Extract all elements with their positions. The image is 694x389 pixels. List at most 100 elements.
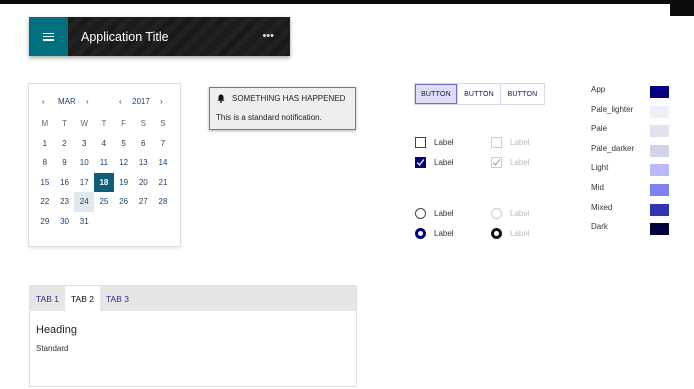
prev-month-button[interactable]: ‹ (42, 97, 45, 106)
app-bar-title-area: Application Title ••• (68, 17, 290, 56)
tab-1[interactable]: TAB 1 (30, 286, 65, 311)
bell-icon (217, 94, 225, 103)
weekday-row: MTWTFSS (35, 114, 173, 134)
calendar-day[interactable]: 9 (55, 153, 75, 173)
next-year-button[interactable]: › (160, 97, 163, 106)
calendar-day[interactable]: 5 (114, 134, 134, 154)
app-title: Application Title (81, 29, 169, 44)
more-options-icon[interactable]: ••• (262, 31, 274, 42)
checkbox-label: Label (510, 138, 530, 147)
group-button-3[interactable]: BUTTON (500, 84, 544, 104)
notification-body: This is a standard notification. (216, 113, 322, 122)
prev-year-button[interactable]: ‹ (119, 97, 122, 106)
calendar-day[interactable]: 21 (153, 173, 173, 193)
calendar-day[interactable]: 18 (94, 172, 114, 192)
calendar-day[interactable]: 31 (74, 212, 94, 232)
radio-item[interactable]: Label (415, 208, 454, 219)
calendar-day[interactable]: 10 (74, 153, 94, 173)
swatch-label: Mixed (591, 202, 613, 212)
tab-3[interactable]: TAB 3 (100, 286, 135, 311)
checkbox-item[interactable]: Label (415, 137, 454, 148)
calendar-week: 15 16 17 18 19 20 21 (35, 172, 173, 193)
weekday-label: S (140, 119, 146, 129)
calendar-day[interactable]: 11 (94, 153, 114, 173)
calendar-week: 29 30 31 (35, 212, 173, 232)
calendar-day[interactable]: 26 (114, 192, 134, 212)
radio-label: Label (434, 229, 454, 238)
swatch-label: Pale_lighter (591, 104, 634, 114)
group-button-2[interactable]: BUTTON (457, 84, 500, 104)
color-swatch (650, 164, 669, 177)
month-label: MAR (58, 97, 76, 106)
app-bar: Application Title ••• (29, 17, 290, 56)
calendar: ‹ MAR › ‹ 2017 › M T W T F S S 1 2 3 4 5 6 7 8 9 10 11 12 1… (29, 84, 180, 246)
radio-label: Label (510, 229, 530, 238)
color-swatch (650, 223, 669, 236)
checkbox (491, 157, 502, 168)
weekday-label: F (121, 119, 127, 129)
weekday-label: S (160, 119, 166, 129)
menu-icon (43, 32, 54, 41)
calendar-day[interactable]: 28 (153, 192, 173, 212)
calendar-day[interactable]: 29 (35, 212, 55, 232)
notification-title: SOMETHING HAS HAPPENED (232, 94, 346, 103)
calendar-day[interactable]: 8 (35, 153, 55, 173)
calendar-day[interactable]: 24 (74, 192, 95, 212)
radio-button[interactable] (415, 228, 426, 239)
swatch-label: Pale (591, 124, 608, 134)
tab-2[interactable]: TAB 2 (65, 286, 100, 311)
menu-button[interactable] (29, 17, 68, 56)
weekday-label: T (101, 119, 107, 129)
radio-item: Label (491, 208, 530, 219)
notification: SOMETHING HAS HAPPENED This is a standar… (209, 87, 356, 130)
calendar-day[interactable]: 27 (133, 192, 153, 212)
calendar-day[interactable]: 17 (74, 173, 94, 193)
radio-button (491, 208, 502, 219)
calendar-day[interactable]: 30 (55, 212, 75, 232)
checkbox[interactable] (415, 137, 426, 148)
weekday-label: T (62, 119, 67, 129)
radio-label: Label (510, 209, 530, 218)
radio-button[interactable] (415, 208, 426, 219)
swatch-label: App (591, 85, 606, 94)
checkbox-item: Label (491, 157, 530, 168)
calendar-week: 8 9 10 11 12 13 14 (35, 153, 173, 173)
color-swatch (650, 86, 669, 98)
calendar-day[interactable]: 7 (153, 134, 173, 154)
checkbox[interactable] (415, 157, 426, 168)
checkbox-label: Label (510, 158, 530, 167)
color-swatch (650, 144, 669, 157)
radio-item[interactable]: Label (415, 228, 454, 239)
calendar-day[interactable]: 14 (153, 153, 173, 173)
calendar-day[interactable]: 20 (133, 173, 153, 193)
calendar-day[interactable]: 6 (133, 134, 153, 154)
calendar-day[interactable]: 23 (55, 192, 75, 212)
checkbox-item[interactable]: Label (415, 157, 454, 168)
radio-item: Label (491, 228, 530, 239)
color-swatch (650, 125, 669, 138)
calendar-day[interactable]: 19 (114, 173, 134, 193)
calendar-day[interactable]: 3 (74, 134, 94, 154)
calendar-day[interactable]: 15 (35, 173, 55, 193)
year-label: 2017 (132, 97, 150, 106)
calendar-day[interactable]: 1 (35, 134, 55, 154)
next-month-button[interactable]: › (86, 97, 89, 106)
calendar-empty-cell (114, 212, 134, 232)
tab-text: Standard (36, 344, 69, 353)
weekday-label: M (41, 119, 49, 129)
calendar-day[interactable]: 22 (35, 192, 55, 212)
calendar-day[interactable]: 25 (94, 192, 114, 212)
calendar-day[interactable]: 2 (55, 134, 75, 154)
calendar-day[interactable]: 16 (55, 173, 75, 193)
checkbox (491, 137, 502, 148)
window-top-strip (0, 0, 694, 4)
group-button-1[interactable]: BUTTON (415, 84, 457, 104)
swatch-label: Pale_darker (591, 143, 635, 153)
calendar-day[interactable]: 13 (133, 153, 153, 173)
checkbox-label: Label (434, 138, 454, 147)
checkbox-label: Label (434, 158, 454, 167)
calendar-day[interactable]: 4 (94, 134, 114, 154)
window-corner (670, 0, 694, 16)
calendar-day[interactable]: 12 (114, 153, 134, 173)
calendar-empty-cell (94, 212, 114, 232)
